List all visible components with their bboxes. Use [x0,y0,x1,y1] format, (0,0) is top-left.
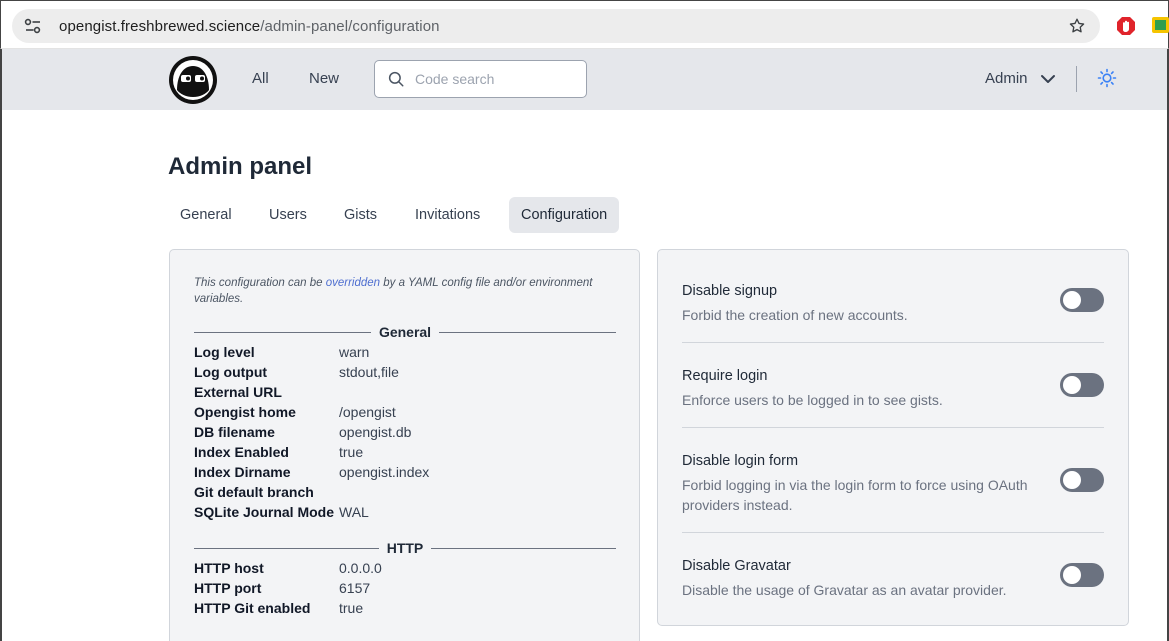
setting-title: Require login [682,368,768,384]
settings-panel: Disable signup Forbid the creation of ne… [657,249,1129,626]
config-note: This configuration can be overridden by … [194,275,614,307]
general-heading-label: General [378,324,432,340]
config-value: stdout,file [339,364,399,380]
config-value: true [339,600,364,616]
window-frame [0,49,2,641]
config-key: HTTP host [194,560,264,576]
config-value: opengist.index [339,464,430,480]
setting-description: Enforce users to be logged in to see gis… [682,392,943,408]
configuration-panel: This configuration can be overridden by … [169,249,640,641]
overridden-link[interactable]: overridden [326,277,380,289]
config-key: Git default branch [194,484,314,500]
nav-link-all[interactable]: All [252,70,269,87]
tab-gists[interactable]: Gists [332,197,389,233]
config-value: 6157 [339,580,371,596]
setting-title: Disable login form [682,453,799,469]
config-value: /opengist [339,404,396,420]
setting-divider [682,427,1104,428]
config-key: SQLite Journal Mode [194,504,335,520]
config-key: Opengist home [194,404,296,420]
config-value: 0.0.0.0 [339,560,382,576]
divider-line [194,547,379,549]
search-input[interactable] [415,71,575,87]
opengist-logo-icon[interactable] [168,55,218,105]
http-section-heading: HTTP [194,540,616,556]
config-key: Index Dirname [194,464,291,480]
setting-description: Forbid logging in via the login form to … [682,477,1028,513]
code-search-box[interactable] [374,60,587,98]
site-navbar: All New Admin [1,49,1168,110]
http-heading-label: HTTP [386,540,424,556]
setting-divider [682,532,1104,533]
url-host: opengist.freshbrewed.science [59,17,261,35]
theme-sun-icon[interactable] [1097,68,1117,88]
config-value: true [339,444,364,460]
config-value: opengist.db [339,424,412,440]
search-icon [387,70,405,88]
setting-disable-signup: Disable signup Forbid the creation of ne… [682,283,1104,325]
bookmark-star-icon[interactable] [1068,17,1086,35]
setting-description: Forbid the creation of new accounts. [682,307,908,323]
toggle-knob [1063,566,1081,584]
extension-stop-icon[interactable] [1117,16,1135,36]
config-key: HTTP Git enabled [194,600,311,616]
require-login-toggle[interactable] [1060,373,1104,397]
config-key: Log output [194,364,268,380]
toggle-knob [1063,291,1081,309]
disable-login-form-toggle[interactable] [1060,468,1104,492]
setting-require-login: Require login Enforce users to be logged… [682,368,1104,410]
tab-configuration[interactable]: Configuration [509,197,620,233]
disable-signup-toggle[interactable] [1060,288,1104,312]
divider-line [194,331,371,333]
tab-general[interactable]: General [168,197,244,233]
setting-disable-login-form: Disable login form Forbid logging in via… [682,453,1104,515]
address-bar[interactable]: opengist.freshbrewed.science/admin-panel… [12,9,1100,43]
tab-users[interactable]: Users [257,197,319,233]
nav-link-new[interactable]: New [309,70,339,87]
divider-line [431,547,616,549]
toggle-knob [1063,376,1081,394]
setting-description: Disable the usage of Gravatar as an avat… [682,582,1007,598]
config-note-text: This configuration can be [194,277,326,289]
config-key: External URL [194,384,282,400]
setting-disable-gravatar: Disable Gravatar Disable the usage of Gr… [682,558,1104,600]
config-key: Index Enabled [194,444,289,460]
config-value: warn [339,344,370,360]
toggle-knob [1063,471,1081,489]
setting-title: Disable Gravatar [682,558,791,574]
config-key: DB filename [194,424,275,440]
general-section-heading: General [194,324,617,340]
chevron-down-icon [1040,71,1056,87]
nav-divider [1076,66,1077,92]
config-key: HTTP port [194,580,262,596]
tab-invitations[interactable]: Invitations [403,197,492,233]
extension-icon[interactable] [1151,15,1169,35]
disable-gravatar-toggle[interactable] [1060,563,1104,587]
user-menu-button[interactable]: Admin [985,70,1056,87]
page-title: Admin panel [168,153,313,180]
config-key: Log level [194,344,255,360]
browser-toolbar: opengist.freshbrewed.science/admin-panel… [0,0,1169,49]
divider-line [439,331,617,333]
setting-title: Disable signup [682,283,778,299]
setting-divider [682,342,1104,343]
url-text[interactable]: opengist.freshbrewed.science/admin-panel… [59,18,440,35]
url-path: /admin-panel/configuration [260,17,440,35]
site-settings-icon[interactable] [24,18,42,34]
config-value: WAL [339,504,369,520]
user-menu-label: Admin [985,70,1028,87]
